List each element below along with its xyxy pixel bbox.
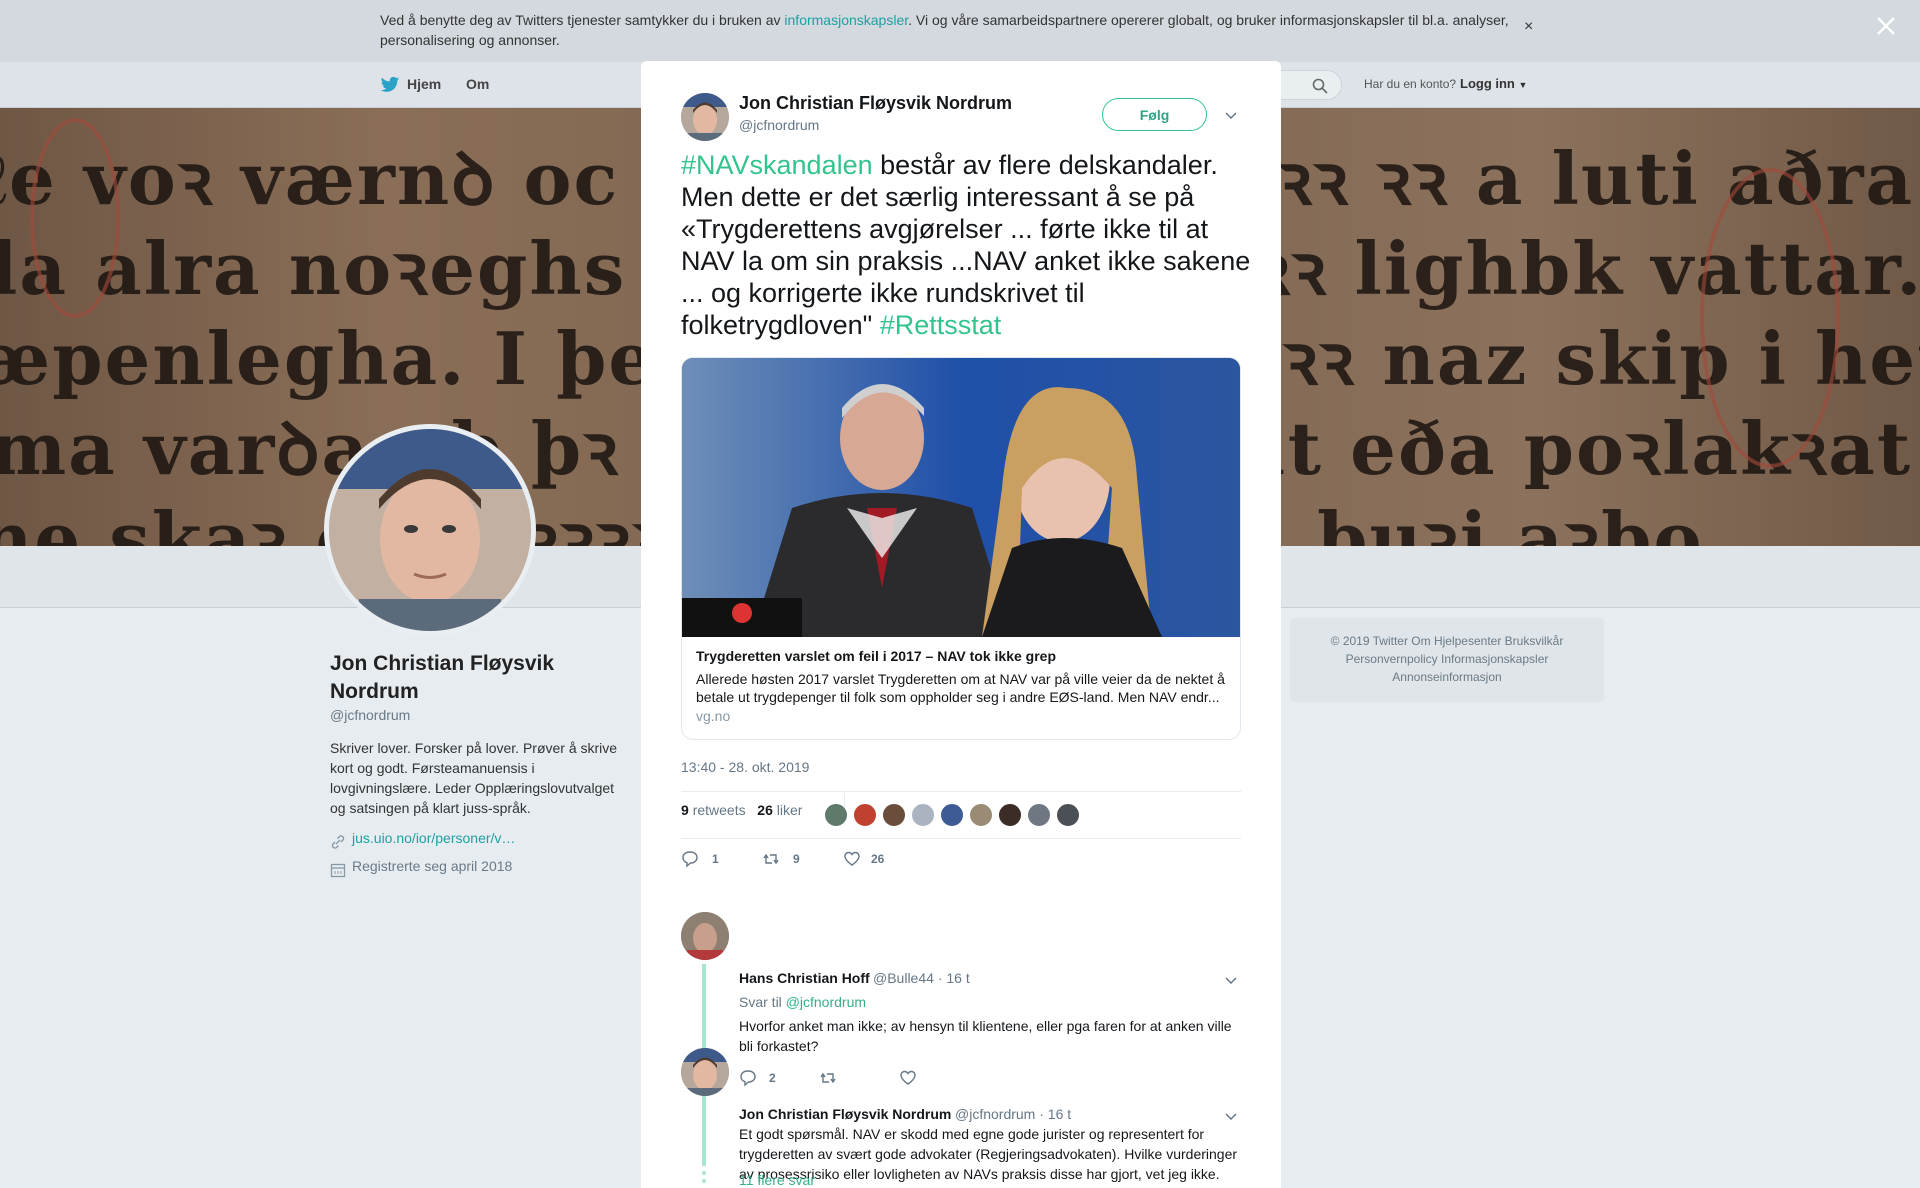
reply-handle-text: @Bulle44	[873, 970, 934, 986]
retweet-action-count: 9	[793, 852, 800, 866]
liker-avatar[interactable]	[998, 803, 1022, 827]
footer-links: © 2019 Twitter Om Hjelpesenter Bruksvilk…	[1290, 618, 1604, 702]
heart-icon[interactable]	[843, 850, 861, 868]
liker-avatar[interactable]	[853, 803, 877, 827]
card-description: Allerede høsten 2017 varslet Trygderette…	[696, 671, 1225, 705]
chevron-down-icon[interactable]	[1224, 1111, 1238, 1121]
liker-avatar[interactable]	[969, 803, 993, 827]
chevron-down-icon[interactable]	[1224, 110, 1238, 120]
liker-avatar[interactable]	[911, 803, 935, 827]
follow-button[interactable]: Følg	[1102, 98, 1207, 131]
divider	[681, 791, 1241, 792]
avatar-portrait	[681, 1048, 729, 1096]
link-card[interactable]: Trygderetten varslet om feil i 2017 – NA…	[681, 357, 1241, 740]
avatar-portrait	[681, 93, 729, 141]
twitter-bird-icon[interactable]	[380, 76, 400, 94]
avatar-portrait	[681, 912, 729, 960]
login-link[interactable]: Logg inn ▼	[1460, 76, 1527, 91]
reply-icon[interactable]	[681, 850, 699, 868]
cookie-close-button[interactable]: ×	[1524, 18, 1533, 36]
banner-ornament	[1700, 168, 1840, 468]
liker-avatar[interactable]	[882, 803, 906, 827]
author-name[interactable]: Jon Christian Fløysvik Nordrum	[739, 93, 1012, 114]
retweet-count: 9	[681, 802, 689, 818]
footer-text[interactable]: © 2019 Twitter Om Hjelpesenter Bruksvilk…	[1290, 632, 1604, 686]
thread-line	[702, 1100, 706, 1166]
thread-dot	[702, 1179, 706, 1183]
reply-handle-text: @jcfnordrum	[955, 1106, 1036, 1122]
hashtag-link[interactable]: #Rettsstat	[880, 310, 1002, 340]
profile-bio: Skriver lover. Forsker på lover. Prøver …	[330, 740, 618, 816]
retweets-label: retweets	[692, 802, 746, 818]
cookie-text-before: Ved å benytte deg av Twitters tjenester …	[380, 12, 785, 28]
tweet-text: #NAVskandalen består av flere delskandal…	[681, 149, 1251, 341]
reply-author-handle[interactable]: @jcfnordrum · 16 t	[955, 1106, 1071, 1122]
reply-time[interactable]: · 16 t	[938, 970, 970, 986]
banner-ornament	[30, 118, 120, 318]
reply-count: 1	[712, 852, 719, 866]
cookie-text: Ved å benytte deg av Twitters tjenester …	[380, 10, 1520, 50]
reply-to-label: Svar til	[739, 994, 786, 1010]
nav-about[interactable]: Om	[466, 76, 489, 92]
card-image	[682, 358, 1240, 637]
chevron-down-icon[interactable]	[1224, 975, 1238, 985]
chevron-down-icon: ▼	[1518, 80, 1528, 90]
more-replies-link[interactable]: 11 flere svar	[739, 1172, 815, 1188]
author-handle[interactable]: @jcfnordrum	[739, 117, 819, 133]
search-icon[interactable]	[1312, 78, 1328, 94]
card-title[interactable]: Trygderetten varslet om feil i 2017 – NA…	[696, 648, 1056, 664]
reply-count: 2	[769, 1071, 776, 1085]
login-label: Logg inn	[1460, 76, 1515, 91]
reply-icon[interactable]	[739, 1069, 757, 1087]
link-icon	[331, 835, 345, 849]
profile-name[interactable]: Jon Christian Fløysvik Nordrum	[330, 650, 630, 706]
liker-avatar[interactable]	[1056, 803, 1080, 827]
cookie-banner: Ved å benytte deg av Twitters tjenester …	[0, 0, 1920, 62]
reply-to-line: Svar til @jcfnordrum	[739, 994, 866, 1010]
heart-icon[interactable]	[899, 1069, 917, 1087]
profile-joined-date: Registrerte seg april 2018	[352, 858, 513, 874]
likes-label: liker	[776, 802, 803, 818]
divider	[681, 838, 1241, 839]
nav-home[interactable]: Hjem	[407, 76, 441, 92]
card-domain: vg.no	[696, 708, 731, 724]
author-avatar[interactable]	[681, 93, 729, 141]
reply-text: Hvorfor anket man ikke; av hensyn til kl…	[739, 1018, 1232, 1054]
avatar-portrait	[329, 429, 531, 631]
reply-avatar[interactable]	[681, 1048, 729, 1096]
like-action-count: 26	[871, 852, 885, 866]
cookie-link[interactable]: informasjonskapsler	[784, 12, 908, 28]
profile-handle[interactable]: @jcfnordrum	[330, 707, 410, 723]
profile-avatar[interactable]	[324, 424, 536, 636]
retweet-icon[interactable]	[819, 1069, 837, 1087]
reply-author-name[interactable]: Hans Christian Hoff	[739, 970, 870, 986]
hashtag-link[interactable]: #NAVskandalen	[681, 150, 873, 180]
reply-author-handle[interactable]: @Bulle44 · 16 t	[873, 970, 970, 986]
calendar-icon	[330, 863, 346, 878]
liker-avatar[interactable]	[940, 803, 964, 827]
like-count: 26	[757, 802, 773, 818]
tweet-stats[interactable]: 9 retweets 26 liker	[681, 802, 802, 818]
account-question: Har du en konto?	[1364, 77, 1457, 91]
divider	[641, 890, 1281, 898]
close-icon[interactable]	[1872, 12, 1900, 40]
liker-avatar[interactable]	[824, 803, 848, 827]
tweet-modal: Jon Christian Fløysvik Nordrum @jcfnordr…	[641, 61, 1281, 1188]
profile-website-link[interactable]: jus.uio.no/ior/personer/v…	[352, 830, 515, 846]
reply-avatar[interactable]	[681, 912, 729, 960]
thread-dot	[702, 1171, 706, 1175]
tweet-timestamp[interactable]: 13:40 - 28. okt. 2019	[681, 759, 809, 775]
retweet-icon[interactable]	[762, 850, 780, 868]
reply-author-name[interactable]: Jon Christian Fløysvik Nordrum	[739, 1106, 951, 1122]
reply-to-handle[interactable]: @jcfnordrum	[786, 994, 866, 1010]
reply-time[interactable]: · 16 t	[1039, 1106, 1071, 1122]
reply-text: Et godt spørsmål. NAV er skodd med egne …	[739, 1126, 1238, 1182]
liker-avatar[interactable]	[1027, 803, 1051, 827]
card-photo	[682, 358, 1240, 637]
